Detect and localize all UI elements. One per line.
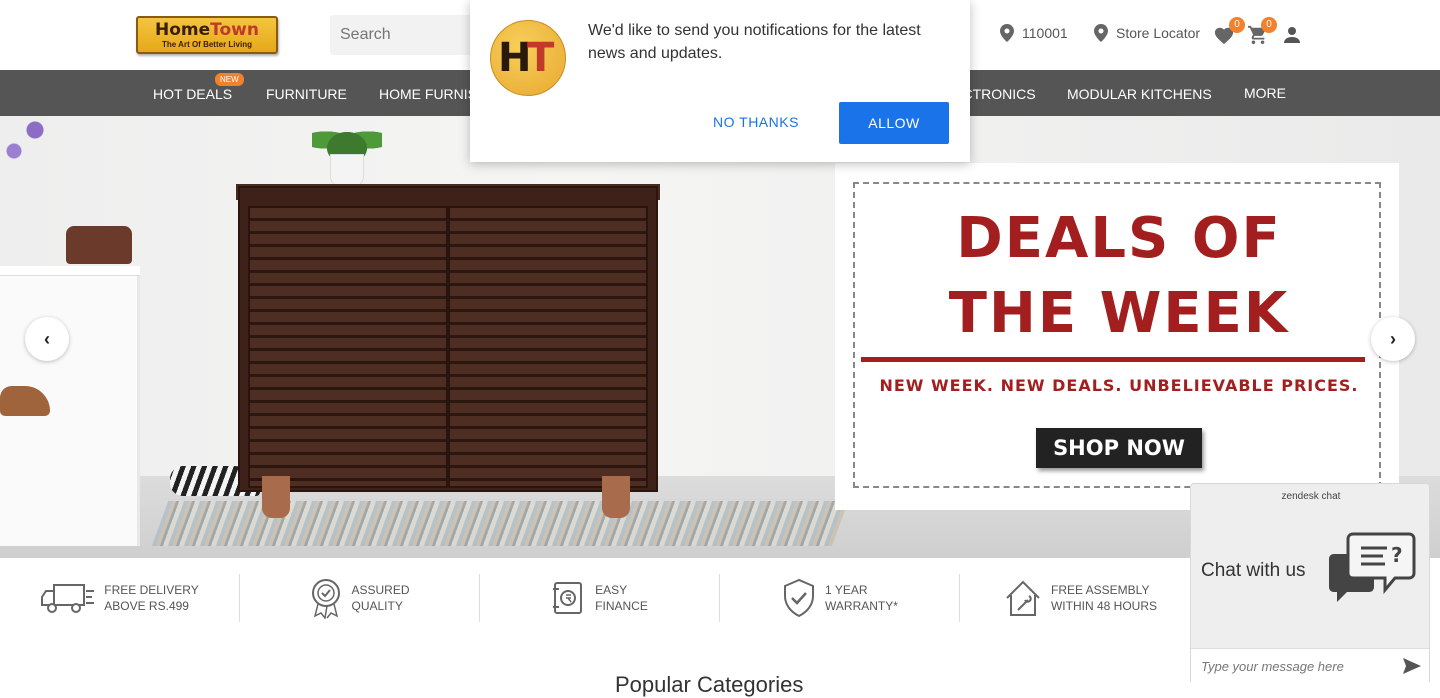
usp-line2: QUALITY [351,599,403,613]
store-locator-link[interactable]: Store Locator [1094,24,1200,42]
quality-badge-icon [312,579,341,619]
cabinet-leg [262,476,290,518]
cabinet-door-left [248,206,448,488]
chat-bubbles-icon: ? [1329,532,1416,602]
section-heading: Popular Categories [615,672,804,697]
deals-title-line1: DEALS OF [956,206,1282,271]
no-thanks-button[interactable]: NO THANKS [713,114,799,130]
chat-label[interactable]: Chat with us [1201,560,1306,582]
usp-assured-quality: ASSURED QUALITY [240,574,480,622]
usp-line1: FREE DELIVERY [104,583,199,597]
allow-button[interactable]: ALLOW [839,102,949,144]
truck-icon [41,584,95,613]
cart-button[interactable]: 0 [1247,17,1277,50]
nav-item-furniture[interactable]: FURNITURE [266,86,347,102]
usp-line1: 1 YEAR [825,583,868,597]
usp-easy-finance: EASY FINANCE [480,574,720,622]
push-notification-prompt: H T We'd like to send you notifications … [470,0,970,162]
carousel-next-button[interactable]: › [1371,317,1415,361]
carousel-prev-button[interactable]: ‹ [25,317,69,361]
pincode-text: 110001 [1022,25,1068,41]
cabinet-door-right [448,206,648,488]
finance-icon [553,582,583,614]
hometown-logo[interactable]: HomeTown The Art Of Better Living [136,16,278,54]
store-locator-label: Store Locator [1116,25,1201,41]
cabinet-leg [602,476,630,518]
pincode-selector[interactable]: 110001 [1000,24,1068,42]
logo-tagline: The Art Of Better Living [162,40,252,49]
usp-line2: WARRANTY* [825,599,898,613]
location-pin-icon [1000,24,1014,42]
house-tools-icon [1006,580,1040,616]
shield-check-icon [784,578,815,618]
wishlist-count-badge: 0 [1229,17,1245,33]
search-input[interactable] [330,15,490,55]
wishlist-button[interactable]: 0 [1213,17,1245,50]
logo-brand: HomeTown [155,20,259,40]
deals-subtitle: NEW WEEK. NEW DEALS. UNBELIEVABLE PRICES… [879,376,1359,395]
account-button[interactable] [1283,26,1301,49]
cart-count-badge: 0 [1261,17,1277,33]
chevron-right-icon: › [1390,328,1396,349]
usp-warranty: 1 YEAR WARRANTY* [720,574,960,622]
location-pin-icon [1094,24,1108,42]
user-icon [1284,27,1300,43]
shop-now-button[interactable]: SHOP NOW [1036,428,1202,468]
handbag-image [66,226,132,264]
chat-widget[interactable]: zendesk chat Chat with us ? Type your me… [1190,483,1430,683]
usp-line1: EASY [595,583,628,597]
usp-line2: ABOVE RS.499 [104,599,189,613]
notification-message: We'd like to send you notifications for … [588,22,921,62]
nav-item-more[interactable]: MORE [1244,85,1286,101]
new-badge: NEW [215,73,244,86]
shoe-cabinet-image [238,186,658,492]
svg-text:?: ? [1391,543,1403,567]
plant-pot [330,154,364,188]
rug [151,501,849,546]
usp-bar: FREE DELIVERY ABOVE RS.499 ASSURED QUALITY… [0,558,1190,638]
usp-line2: FINANCE [595,599,648,613]
deals-title-line2: THE WEEK [948,281,1290,346]
usp-line2: WITHIN 48 HOURS [1050,599,1157,613]
nav-item-modular-kitchens[interactable]: MODULAR KITCHENS [1067,86,1212,102]
hometown-badge-icon: H T [490,20,566,96]
flowers-image [0,116,70,186]
shelf-top [0,266,140,276]
deals-divider [861,357,1365,362]
nav-item-hot-deals[interactable]: HOT DEALS [153,86,232,102]
chevron-left-icon: ‹ [44,328,50,349]
send-icon[interactable] [1403,658,1421,674]
chat-brand: zendesk chat [1281,491,1341,502]
deals-panel: DEALS OF THE WEEK NEW WEEK. NEW DEALS. U… [835,163,1399,510]
chat-message-input[interactable]: Type your message here [1191,648,1429,683]
usp-line1: FREE ASSEMBLY [1050,583,1150,597]
usp-line1: ASSURED [351,583,410,597]
deals-dashed-box: DEALS OF THE WEEK NEW WEEK. NEW DEALS. U… [853,182,1381,488]
usp-free-delivery: FREE DELIVERY ABOVE RS.499 [0,574,240,622]
usp-free-assembly: FREE ASSEMBLY WITHIN 48 HOURS [960,574,1200,622]
